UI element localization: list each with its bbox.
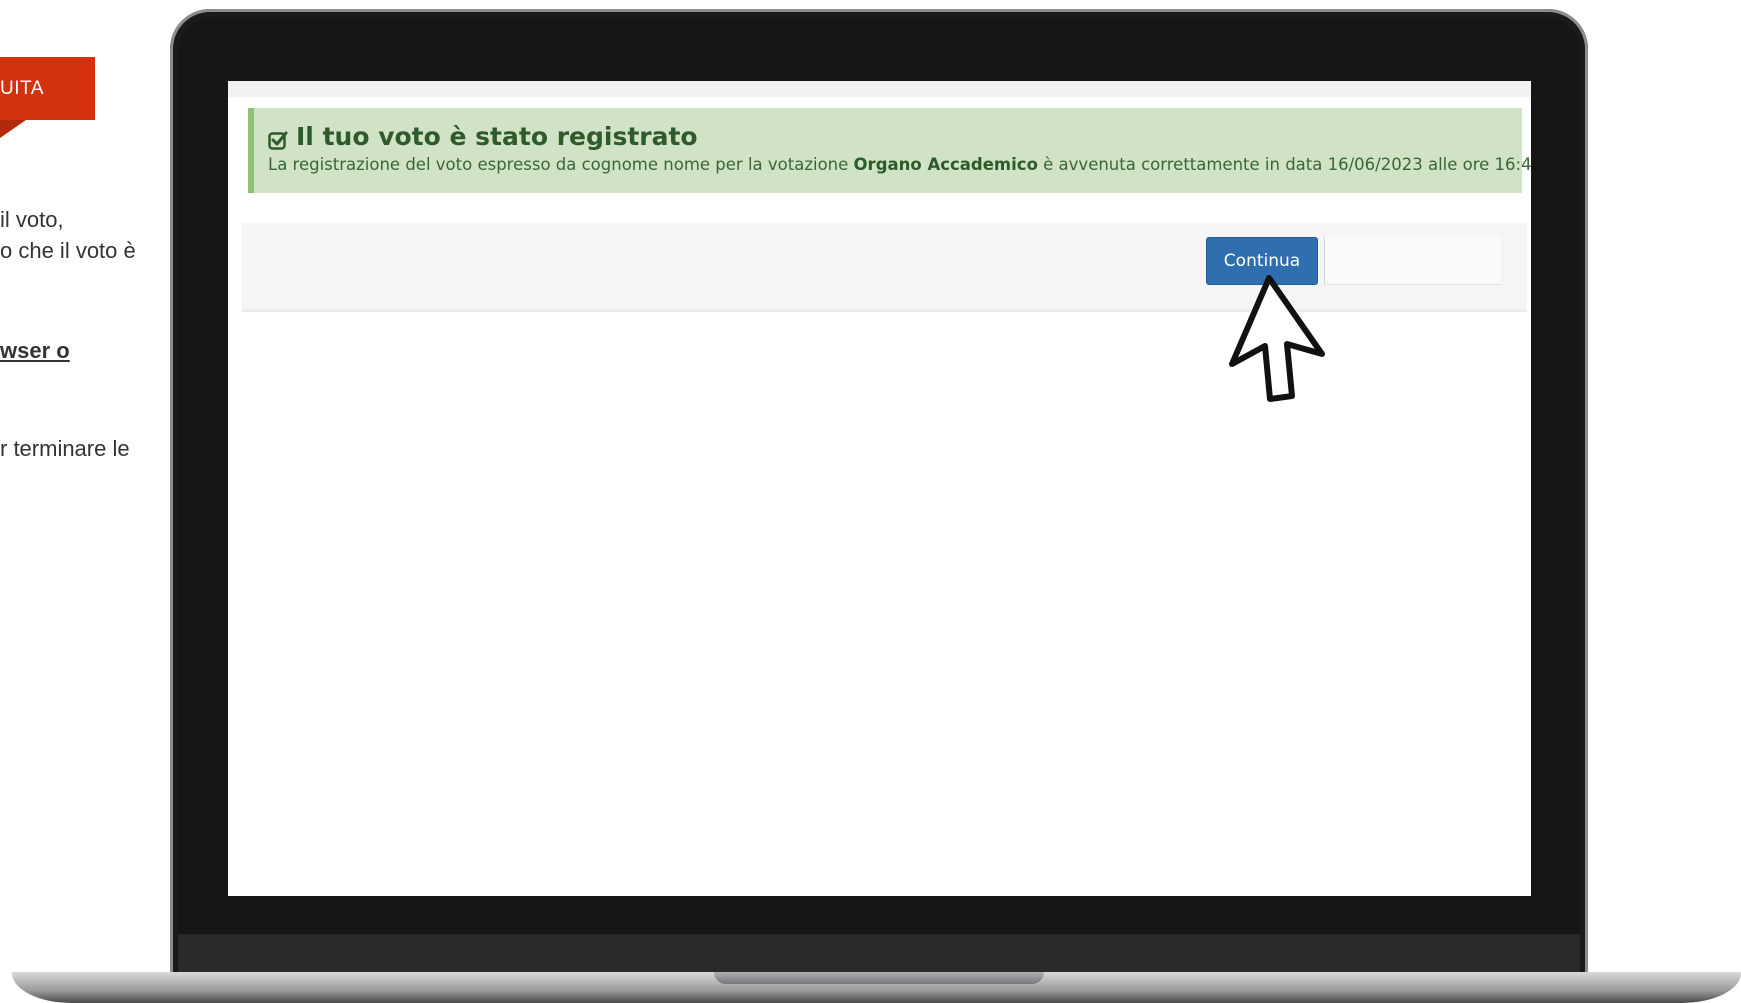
left-info-panel: UITA il voto, o che il voto è wser o r t…	[0, 0, 170, 1003]
side-text-line-1: il voto,	[0, 207, 64, 232]
pointer-cursor-icon	[1229, 275, 1325, 402]
check-square-icon	[268, 127, 288, 150]
alert-text-after: è avvenuta correttamente in data 16/06/2…	[1037, 155, 1531, 174]
ribbon-banner: UITA	[0, 57, 95, 120]
alert-title-text: Il tuo voto è stato registrato	[296, 122, 698, 151]
screen-top-strip	[228, 81, 1531, 97]
laptop-base-notch	[714, 972, 1044, 984]
alert-text-before: La registrazione del voto espresso da co…	[268, 155, 854, 174]
action-bar: Continua	[242, 223, 1527, 312]
success-alert: Il tuo voto è stato registrato La regist…	[248, 108, 1531, 193]
alert-message: La registrazione del voto espresso da co…	[268, 155, 1531, 174]
side-text-link[interactable]: wser o	[0, 338, 70, 364]
ribbon-label: UITA	[0, 78, 44, 99]
ribbon-tail	[0, 120, 26, 138]
side-text-line-4: r terminare le	[0, 436, 130, 461]
empty-field	[1324, 237, 1501, 285]
alert-text-bold: Organo Accademico	[853, 155, 1038, 174]
side-text-line-2: o che il voto è	[0, 238, 136, 263]
laptop-screen: Il tuo voto è stato registrato La regist…	[228, 81, 1531, 896]
alert-title: Il tuo voto è stato registrato	[268, 122, 1522, 151]
